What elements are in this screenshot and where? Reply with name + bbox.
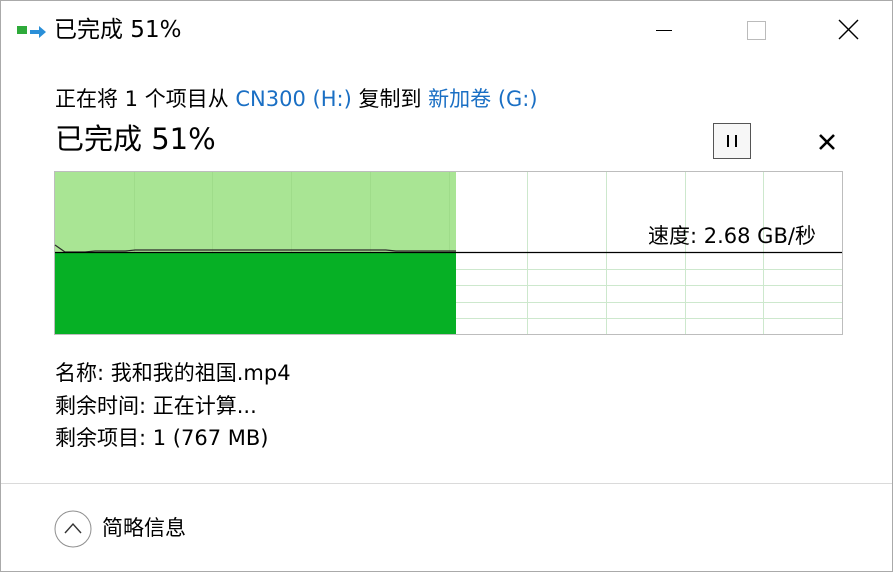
copy-description: 正在将 1 个项目从 CN300 (H:) 复制到 新加卷 (G:) bbox=[55, 83, 538, 115]
progress-heading: 已完成 51% bbox=[55, 122, 216, 156]
speed-chart bbox=[54, 171, 843, 335]
close-button[interactable] bbox=[801, 1, 893, 59]
minimize-button[interactable] bbox=[619, 1, 711, 59]
time-remaining: 剩余时间: 正在计算... bbox=[55, 394, 257, 418]
title-bar: 已完成 51% bbox=[1, 1, 892, 59]
speed-label: 速度: 2.68 GB/秒 bbox=[648, 224, 816, 248]
cancel-button[interactable] bbox=[809, 123, 845, 159]
destination-link[interactable]: 新加卷 (G:) bbox=[428, 87, 537, 111]
copy-progress-window: 已完成 51% 正在将 1 个项目从 CN300 (H:) 复制到 新加卷 (G… bbox=[0, 0, 893, 572]
copy-middle: 复制到 bbox=[351, 87, 429, 111]
copy-prefix: 正在将 1 个项目从 bbox=[55, 87, 236, 111]
minimize-icon bbox=[656, 30, 672, 31]
chevron-up-icon bbox=[54, 510, 92, 548]
pause-button[interactable] bbox=[713, 123, 751, 159]
copy-progress-icon bbox=[16, 20, 48, 44]
items-remaining: 剩余项目: 1 (767 MB) bbox=[55, 426, 269, 450]
close-icon bbox=[838, 19, 859, 40]
pause-icon bbox=[727, 135, 737, 147]
window-title: 已完成 51% bbox=[54, 17, 182, 43]
less-details-label[interactable]: 简略信息 bbox=[102, 512, 186, 544]
cancel-icon bbox=[819, 134, 835, 150]
file-name: 名称: 我和我的祖国.mp4 bbox=[55, 361, 291, 385]
speed-fill bbox=[55, 253, 456, 334]
maximize-button[interactable] bbox=[711, 1, 803, 59]
source-link[interactable]: CN300 (H:) bbox=[235, 87, 351, 111]
maximize-icon bbox=[747, 21, 766, 40]
less-details-button[interactable] bbox=[54, 510, 92, 548]
